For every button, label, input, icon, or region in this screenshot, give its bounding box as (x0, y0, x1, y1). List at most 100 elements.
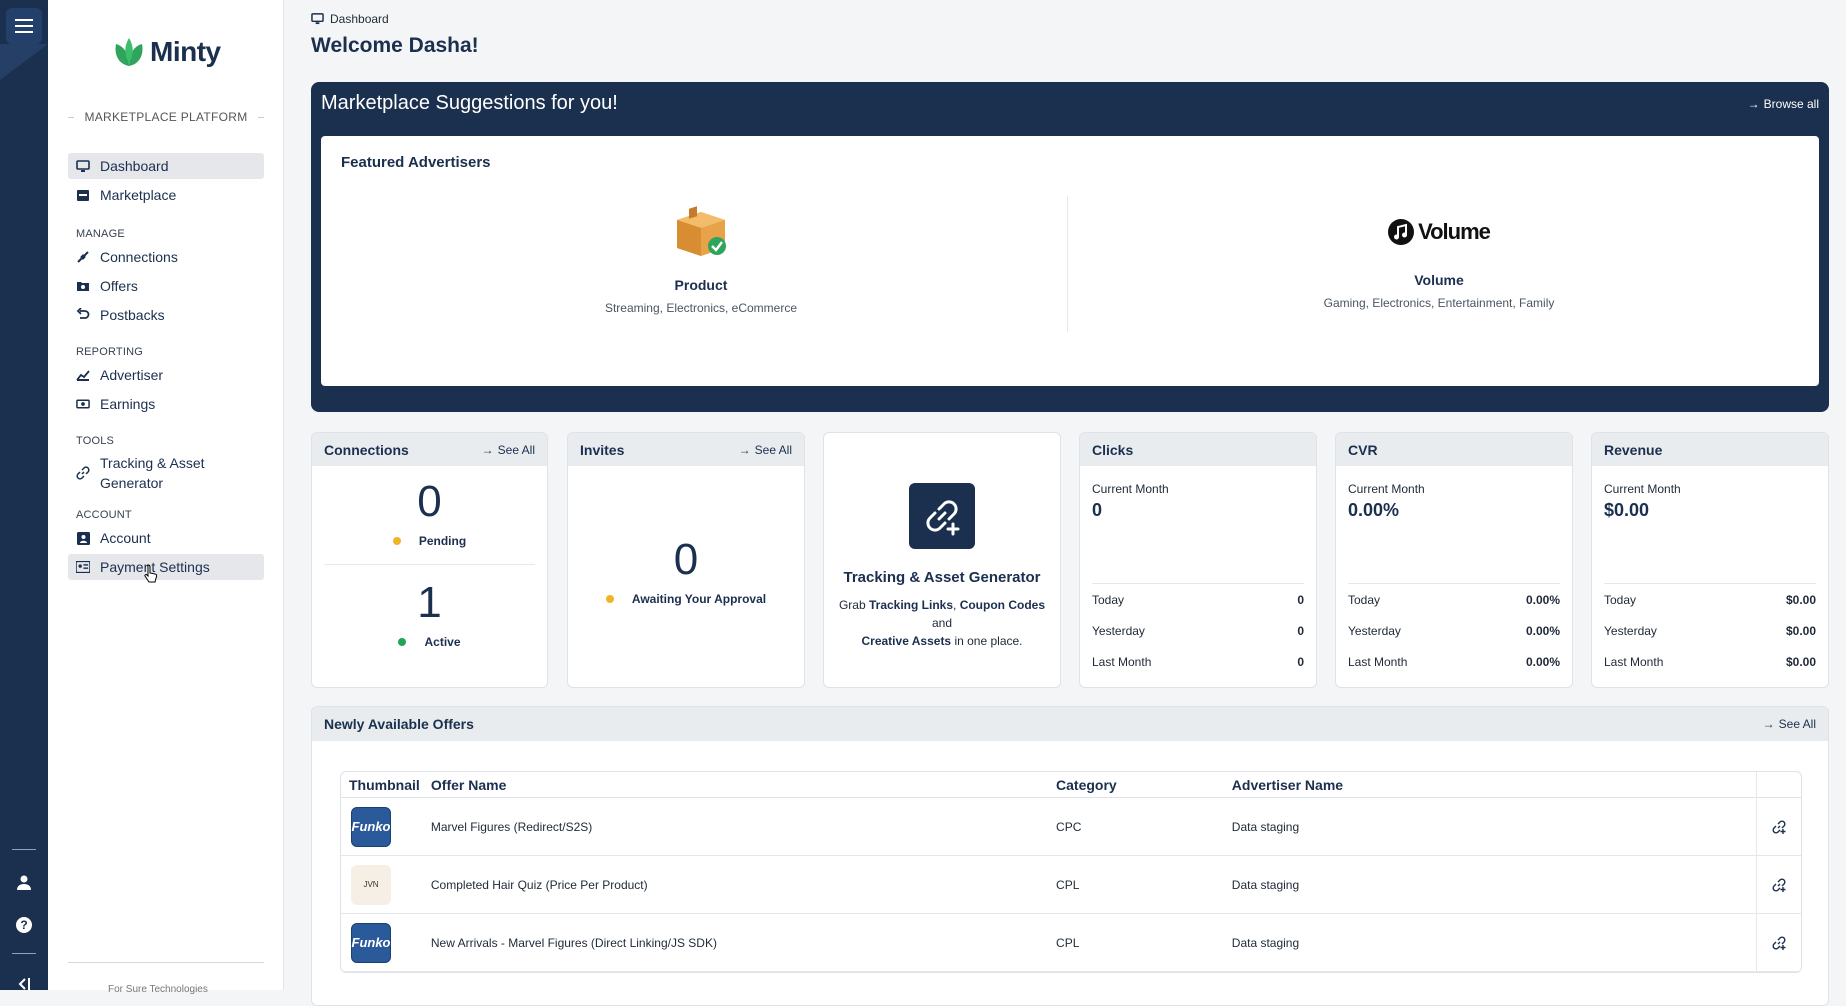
volume-logo-text: Volume (1418, 219, 1491, 244)
browse-all-label: Browse all (1763, 97, 1819, 111)
svg-text:?: ? (20, 918, 27, 932)
metric-row-last-month: Last Month $0.00 (1604, 646, 1816, 677)
sidebar-item-earnings[interactable]: Earnings (68, 391, 264, 417)
help-icon[interactable]: ? (12, 913, 36, 937)
column-header: Thumbnail (349, 776, 420, 793)
section-account: ACCOUNT (76, 509, 132, 521)
breadcrumb-label[interactable]: Dashboard (330, 12, 389, 26)
sidebar-item-dashboard[interactable]: Dashboard (68, 153, 264, 179)
collapse-icon[interactable] (12, 972, 36, 996)
row-label: Last Month (1092, 654, 1152, 669)
see-all-link[interactable]: → See All (739, 443, 792, 457)
advertiser-categories: Gaming, Electronics, Entertainment, Fami… (1323, 296, 1555, 310)
hamburger-menu-button[interactable] (6, 8, 42, 44)
advertiser-card-volume[interactable]: Volume Volume Gaming, Electronics, Enter… (1189, 206, 1689, 310)
row-value: 0 (1297, 592, 1304, 607)
metric-breakdown: Today 0.00% Yesterday 0.00% Last Month 0.00… (1348, 583, 1560, 677)
section-manage: MANAGE (76, 228, 125, 240)
browse-all-link[interactable]: → Browse all (1748, 97, 1819, 111)
cvr-card: CVR Current Month 0.00% Today 0.00% Yeste… (1335, 432, 1573, 688)
sidebar-item-account[interactable]: Account (68, 525, 264, 551)
period-label: Current Month (1092, 482, 1169, 496)
sidebar-item-postbacks[interactable]: Postbacks (68, 302, 264, 328)
section-tools: TOOLS (76, 435, 115, 447)
advertiser-name: Data staging (1231, 935, 1300, 950)
monitor-icon (76, 159, 90, 173)
offer-name[interactable]: Completed Hair Quiz (Price Per Product) (431, 878, 1056, 892)
sidebar-item-offers[interactable]: Offers (68, 273, 264, 299)
row-value: 0 (1297, 623, 1304, 638)
offer-thumbnail: JVN (351, 864, 391, 905)
period-label: Current Month (1604, 482, 1681, 496)
sidebar-item-connections[interactable]: Connections (68, 244, 264, 270)
invites-section: 0 Awaiting Your Approval (568, 466, 804, 606)
tracking-title: Tracking & Asset Generator (843, 569, 1041, 586)
card-title: Newly Available Offers (324, 716, 474, 732)
offer-category: CPC (1056, 819, 1082, 834)
row-label: Last Month (1604, 654, 1664, 669)
suggestions-title: Marketplace Suggestions for you! (321, 92, 618, 114)
metric-row-yesterday: Yesterday 0 (1092, 615, 1304, 646)
featured-advertisers-card: Featured Advertisers Product Streaming, … (321, 136, 1819, 386)
brand-logo[interactable]: Minty (112, 36, 221, 68)
card-header: Connections → See All (312, 433, 547, 466)
sidebar-item-marketplace[interactable]: Marketplace (68, 182, 264, 208)
card-title: Revenue (1604, 441, 1663, 458)
table-row[interactable]: Funko New Arrivals - Marvel Figures (Dir… (341, 914, 1801, 972)
offer-name[interactable]: New Arrivals - Marvel Figures (Direct Li… (431, 936, 1056, 950)
rail-divider (12, 953, 36, 954)
row-value: 0.00% (1525, 623, 1560, 638)
arrow-right-icon: → (481, 442, 494, 457)
metric-row-yesterday: Yesterday $0.00 (1604, 615, 1816, 646)
leaf-logo-icon (115, 38, 143, 66)
marketplace-suggestions-panel: Marketplace Suggestions for you! → Brows… (311, 82, 1829, 412)
card-title: CVR (1348, 441, 1378, 458)
metric-row-last-month: Last Month 0 (1092, 646, 1304, 677)
breadcrumb: Dashboard (311, 12, 389, 26)
pending-dot-icon (605, 595, 614, 603)
link-plus-icon (1772, 819, 1786, 834)
sidebar-item-label: Dashboard (100, 158, 169, 174)
pointer-cursor-icon (144, 564, 158, 583)
sidebar-item-label: Tracking & Asset Generator (100, 455, 205, 491)
pending-status: Pending (312, 534, 547, 548)
desc-text: in one place. (951, 634, 1023, 648)
sidebar-item-tracking-generator[interactable]: Tracking & Asset Generator (68, 451, 264, 495)
advertiser-name: Product (674, 277, 728, 293)
money-icon (76, 397, 90, 411)
section-reporting: REPORTING (76, 346, 143, 358)
brand-name: Minty (150, 36, 221, 67)
generate-link-button[interactable] (1756, 856, 1801, 913)
active-status: Active (324, 635, 535, 649)
tracking-generator-card[interactable]: Tracking & Asset Generator Grab Tracking… (823, 432, 1061, 688)
period-label: Current Month (1348, 482, 1425, 496)
divider (1067, 196, 1068, 332)
advertiser-card-product[interactable]: Product Streaming, Electronics, eCommerc… (451, 206, 951, 315)
connections-card: Connections → See All 0 Pending 1 Active (311, 432, 548, 688)
arrow-right-icon: → (1762, 717, 1775, 731)
generate-link-button[interactable] (1756, 914, 1801, 971)
sidebar-item-advertiser[interactable]: Advertiser (68, 362, 264, 388)
generate-link-button[interactable] (1756, 798, 1801, 855)
plug-icon (76, 250, 90, 264)
see-all-link[interactable]: → See All (1763, 717, 1816, 731)
row-label: Yesterday (1604, 623, 1657, 638)
table-row[interactable]: JVN Completed Hair Quiz (Price Per Produ… (341, 856, 1801, 914)
chart-icon (76, 368, 90, 382)
offer-thumbnail: Funko (351, 806, 391, 847)
table-row[interactable]: Funko Marvel Figures (Redirect/S2S) CPC … (341, 798, 1801, 856)
active-count: 1 (417, 578, 442, 627)
metric-value: 0 (1092, 500, 1103, 520)
metric-row-today: Today $0.00 (1604, 584, 1816, 615)
metric-breakdown: Today $0.00 Yesterday $0.00 Last Month $0.0… (1604, 583, 1816, 677)
sidebar-item-payment-settings[interactable]: Payment Settings (68, 554, 264, 583)
offer-name[interactable]: Marvel Figures (Redirect/S2S) (431, 820, 1056, 834)
see-all-link[interactable]: → See All (482, 443, 535, 457)
desc-text: and (931, 616, 953, 630)
user-icon[interactable] (12, 870, 36, 894)
card-header: Clicks (1080, 433, 1316, 466)
metric-value: $0.00 (1604, 500, 1650, 520)
sidebar-item-label: Marketplace (100, 187, 177, 203)
row-label: Last Month (1348, 654, 1408, 669)
advertiser-name: Data staging (1231, 819, 1300, 834)
